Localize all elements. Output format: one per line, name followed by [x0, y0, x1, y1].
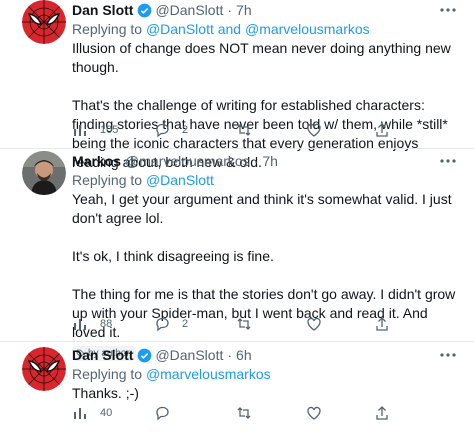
timestamp[interactable]: 7h	[262, 153, 278, 169]
reply-count: 2	[182, 124, 189, 136]
likes-icon	[74, 125, 86, 136]
reply-button[interactable]: 2	[154, 120, 188, 140]
replying-to-link[interactable]: @DanSlott and @marvelousmarkos	[146, 21, 370, 37]
replying-prefix: Replying to	[72, 172, 143, 188]
heart-icon	[307, 406, 321, 420]
retweet-button[interactable]	[236, 403, 252, 423]
share-icon	[376, 123, 388, 137]
heart-icon	[307, 123, 321, 137]
replying-to-link[interactable]: @DanSlott	[146, 172, 214, 188]
likes-icon	[74, 319, 86, 330]
timestamp[interactable]: 7h	[236, 2, 252, 18]
separator: ·	[227, 347, 233, 363]
retweet-button[interactable]	[236, 314, 252, 334]
timestamp[interactable]: 6h	[236, 347, 252, 363]
replying-to: Replying to @DanSlott	[72, 171, 464, 190]
likes-button[interactable]: 40	[72, 403, 112, 423]
retweet-button[interactable]	[236, 120, 252, 140]
share-icon	[376, 317, 388, 331]
reply-count: 2	[182, 318, 189, 330]
author-handle[interactable]: @DanSlott	[155, 347, 223, 363]
likes-button[interactable]: 88	[72, 314, 112, 334]
like-button[interactable]	[306, 120, 322, 140]
likes-button[interactable]: 105	[72, 120, 118, 140]
spiderman-avatar[interactable]	[22, 347, 66, 391]
reply-icon	[156, 317, 169, 332]
likes-count: 88	[100, 318, 113, 330]
verified-badge-icon	[138, 3, 152, 17]
share-button[interactable]	[374, 120, 390, 140]
replying-to-link[interactable]: @marvelousmarkos	[146, 366, 271, 382]
replying-to: Replying to @marvelousmarkos	[72, 365, 464, 384]
more-icon[interactable]	[438, 347, 458, 363]
tweet-actions: 88 2	[72, 314, 460, 334]
author-name[interactable]: Dan Slott	[72, 347, 133, 363]
tweet-3[interactable]: Dan Slott @DanSlott · 6h Replying to @ma…	[0, 341, 474, 442]
like-button[interactable]	[306, 403, 322, 423]
separator: ·	[253, 153, 259, 169]
tweet-actions: 40	[72, 403, 460, 423]
author-name[interactable]: Markos	[72, 153, 121, 169]
tweet-1[interactable]: Dan Slott @DanSlott · 7h Replying to @Da…	[0, 0, 474, 170]
replying-prefix: Replying to	[72, 366, 143, 382]
likes-icon	[74, 408, 86, 419]
tweet-text: Thanks. ;-)	[72, 385, 139, 401]
share-icon	[376, 406, 388, 420]
replying-to: Replying to @DanSlott and @marvelousmark…	[72, 20, 464, 39]
share-button[interactable]	[374, 403, 390, 423]
reply-icon	[156, 123, 169, 138]
reply-button[interactable]: 2	[154, 314, 188, 334]
like-button[interactable]	[306, 314, 322, 334]
separator: ·	[227, 2, 233, 18]
author-handle[interactable]: @marvelousmarkos	[125, 153, 250, 169]
replying-prefix: Replying to	[72, 21, 143, 37]
retweet-icon	[237, 407, 251, 419]
tweet-actions: 105 2	[72, 120, 460, 140]
share-button[interactable]	[374, 314, 390, 334]
retweet-icon	[237, 124, 251, 136]
more-icon[interactable]	[438, 153, 458, 169]
tweet-2[interactable]: Markos @marvelousmarkos · 7h Replying to…	[0, 148, 474, 361]
reply-icon	[156, 406, 169, 421]
likes-count: 40	[100, 407, 113, 419]
likes-count: 105	[100, 124, 119, 136]
author-handle[interactable]: @DanSlott	[155, 2, 223, 18]
verified-badge-icon	[138, 348, 152, 362]
retweet-icon	[237, 318, 251, 330]
spiderman-avatar[interactable]	[22, 0, 66, 44]
author-name[interactable]: Dan Slott	[72, 2, 133, 18]
more-icon[interactable]	[438, 2, 458, 18]
markos-avatar[interactable]	[22, 151, 66, 195]
reply-button[interactable]	[154, 403, 170, 423]
heart-icon	[307, 317, 321, 331]
